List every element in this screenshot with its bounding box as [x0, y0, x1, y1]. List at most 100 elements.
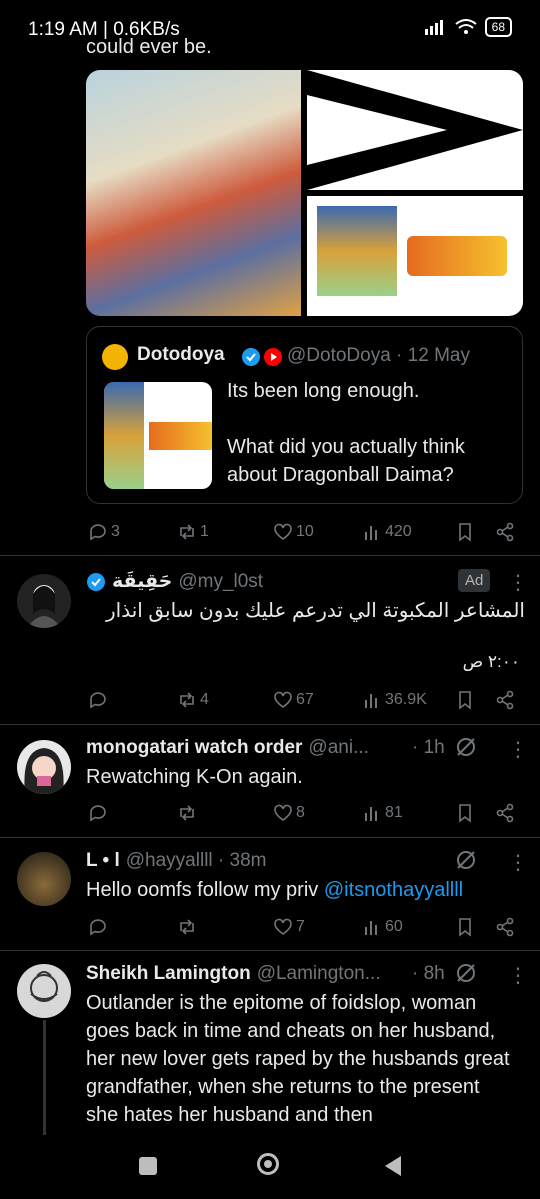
share-icon	[496, 803, 514, 823]
views-icon	[365, 526, 377, 540]
avatar[interactable]	[17, 964, 71, 1018]
verified-icon	[87, 572, 105, 591]
system-nav-bar	[0, 1135, 540, 1199]
tweet-text-content: Hello oomfs follow my priv	[86, 879, 324, 901]
avatar-anime-icon	[24, 748, 64, 794]
reply-count: 3	[111, 523, 120, 540]
retweet-button[interactable]	[177, 917, 197, 937]
like-count: 67	[296, 691, 314, 708]
thread-line	[43, 1020, 46, 1135]
divider	[0, 950, 540, 951]
display-name[interactable]: Sheikh Lamington	[86, 963, 251, 985]
tweet-text-cut: could ever be.	[86, 36, 212, 58]
tweet1-actions: 4 67 36.9K	[0, 688, 540, 712]
retweet-icon	[180, 919, 194, 935]
view-count: 60	[385, 918, 403, 935]
tweet-time: · 8h	[412, 963, 445, 984]
reply-button[interactable]	[88, 803, 108, 823]
reply-icon	[90, 524, 106, 541]
like-button[interactable]: 7	[273, 917, 305, 937]
home-icon[interactable]	[257, 1153, 279, 1175]
tweet-text: Hello oomfs follow my priv @itsnothayyal…	[86, 876, 463, 904]
avatar[interactable]	[17, 852, 71, 906]
share-button[interactable]	[495, 522, 515, 542]
heart-icon	[274, 523, 292, 540]
share-button[interactable]	[495, 803, 515, 823]
handle[interactable]: @Lamington...	[257, 963, 381, 985]
like-count: 7	[296, 918, 305, 935]
recents-icon[interactable]	[139, 1157, 157, 1175]
battery-icon: 68	[484, 17, 512, 37]
like-count: 8	[296, 804, 305, 821]
quoted-text: Its been long enough. What did you actua…	[227, 380, 465, 486]
tweet1-header: حَقِيقَة @my_l0st	[86, 570, 263, 593]
share-button[interactable]	[495, 690, 515, 710]
share-button[interactable]	[495, 917, 515, 937]
ad-badge: Ad	[458, 569, 491, 592]
handle[interactable]: @hayyallll · 38m	[126, 850, 267, 872]
quoted-tweet[interactable]: Dotodoya @DotoDoya · 12 May Its been lon…	[86, 326, 523, 504]
heart-icon	[274, 804, 292, 821]
back-icon[interactable]	[383, 1155, 403, 1177]
heart-icon	[274, 918, 292, 935]
bookmark-button[interactable]	[455, 690, 475, 710]
views-button[interactable]: 81	[362, 803, 403, 823]
bookmark-icon	[459, 523, 471, 542]
media-image-3[interactable]	[307, 196, 523, 316]
display-name[interactable]: حَقِيقَة	[112, 570, 172, 593]
avatar[interactable]	[17, 574, 71, 628]
views-button[interactable]: 60	[362, 917, 403, 937]
views-button[interactable]: 420	[362, 522, 412, 542]
display-name[interactable]: monogatari watch order	[86, 737, 302, 759]
mention-link[interactable]: @itsnothayyallll	[324, 879, 463, 901]
tweet-time: · 1h	[412, 737, 445, 758]
views-icon	[365, 694, 377, 708]
avatar-sketch-icon	[30, 971, 58, 1002]
tweet-text: Rewatching K-On again.	[86, 766, 303, 788]
grok-icon[interactable]	[455, 849, 477, 871]
avatar[interactable]	[17, 740, 71, 794]
reply-button[interactable]	[88, 690, 108, 710]
quoted-handle: @DotoDoya · 12 May	[287, 345, 470, 366]
like-count: 10	[296, 523, 314, 540]
bookmark-button[interactable]	[455, 803, 475, 823]
more-options-icon[interactable]: ⋮	[508, 850, 528, 875]
quoted-thumbnail[interactable]	[104, 382, 212, 489]
media-image-1[interactable]	[86, 70, 301, 316]
handle[interactable]: @my_l0st	[178, 571, 263, 593]
like-button[interactable]: 67	[273, 690, 314, 710]
more-options-icon[interactable]: ⋮	[508, 963, 528, 988]
views-button[interactable]: 36.9K	[362, 690, 427, 710]
like-button[interactable]: 8	[273, 803, 305, 823]
retweet-icon	[180, 524, 194, 540]
grok-icon[interactable]	[455, 736, 477, 758]
retweet-button[interactable]	[177, 803, 197, 823]
view-count: 36.9K	[385, 691, 427, 708]
verified-icon	[242, 348, 260, 366]
status-bar: 1:19 AM | 0.6KB/s 68	[0, 0, 540, 50]
tweet3-header: L • l @hayyallll · 38m	[86, 850, 266, 872]
reply-button[interactable]: 3	[88, 522, 120, 542]
display-name[interactable]: L • l	[86, 850, 120, 872]
tweet-media-grid[interactable]	[86, 70, 523, 316]
media-image-2[interactable]	[307, 70, 523, 190]
heart-icon	[274, 691, 292, 708]
view-count: 420	[385, 523, 412, 540]
reply-button[interactable]	[88, 917, 108, 937]
bookmark-button[interactable]	[455, 522, 475, 542]
retweet-button[interactable]: 1	[177, 522, 209, 542]
grok-icon[interactable]	[455, 962, 477, 984]
like-button[interactable]: 10	[273, 522, 314, 542]
quoted-name[interactable]: Dotodoya	[137, 344, 225, 366]
tweet-time: ٢:٠٠ ص	[462, 652, 520, 671]
divider	[0, 837, 540, 838]
bookmark-icon	[459, 804, 471, 823]
more-options-icon[interactable]: ⋮	[508, 570, 528, 595]
retweet-button[interactable]: 4	[177, 690, 209, 710]
views-icon	[365, 807, 377, 821]
quoted-avatar[interactable]	[102, 344, 128, 370]
more-options-icon[interactable]: ⋮	[508, 737, 528, 762]
handle[interactable]: @ani...	[308, 737, 368, 759]
bookmark-button[interactable]	[455, 917, 475, 937]
share-icon	[496, 690, 514, 710]
